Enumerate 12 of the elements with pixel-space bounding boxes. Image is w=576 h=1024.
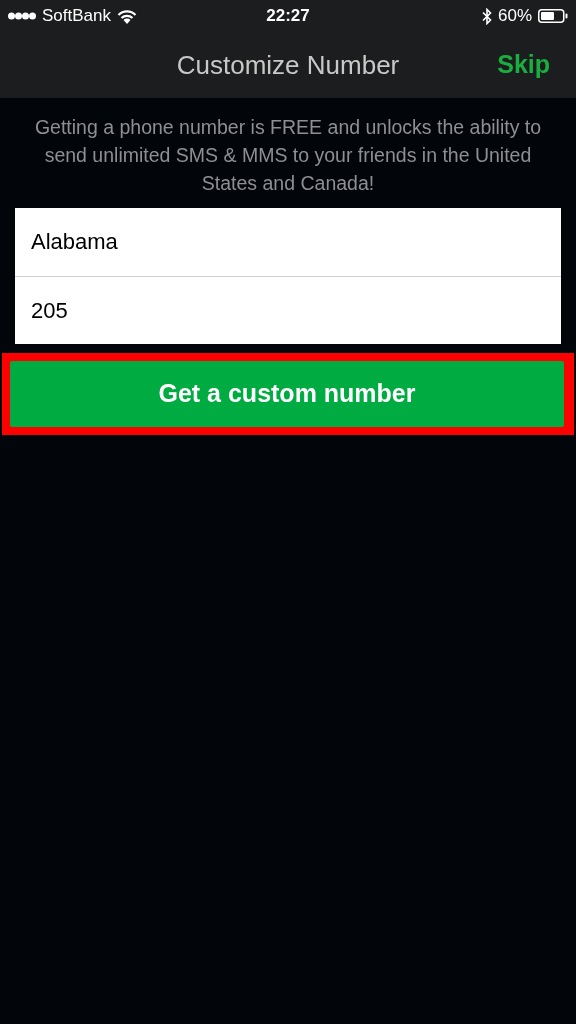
nav-title: Customize Number [176,48,400,82]
intro-text: Getting a phone number is FREE and unlocks the ability to send unlimited SMS & MMS to your friends in the United States and Canada! [33,115,543,196]
battery-percent: 60% [498,5,532,28]
battery-icon [538,9,568,23]
input-field[interactable]: Alabama [15,208,561,276]
carrier-name: SoftBank [42,5,111,28]
skip-button[interactable]: Skip [497,46,550,84]
wifi-icon [117,8,137,24]
signal-icon [8,12,36,20]
bluetooth-icon [482,7,492,25]
clock-time: 22:27 [266,5,310,28]
input-field[interactable]: 205 [15,276,561,344]
